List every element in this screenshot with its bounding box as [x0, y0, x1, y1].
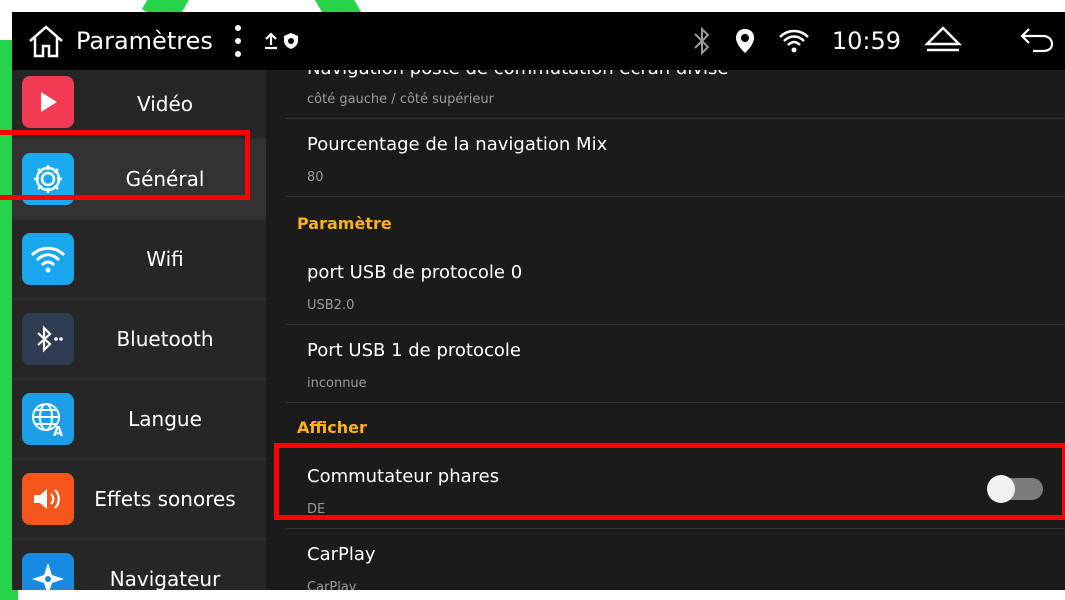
section-header-afficher: Afficher	[297, 418, 367, 437]
sidebar-item-label: Vidéo	[136, 92, 194, 116]
back-icon	[1020, 28, 1054, 53]
gear-icon	[22, 153, 74, 205]
headlight-toggle[interactable]	[987, 475, 1043, 503]
setting-mix-navigation-percentage[interactable]: Pourcentage de la navigation Mix 80	[286, 118, 1065, 197]
location-icon	[735, 29, 754, 53]
upload-icon	[264, 32, 277, 50]
setting-title: port USB de protocole 0	[307, 262, 523, 283]
bluetooth-icon	[694, 26, 710, 56]
play-icon	[22, 76, 74, 128]
speaker-icon	[22, 473, 74, 525]
status-bar: Paramètres 10:59	[12, 12, 1065, 70]
setting-title: Commutateur phares	[307, 466, 500, 487]
sidebar-item-label: Général	[125, 167, 205, 191]
sidebar-item-label: Langue	[128, 407, 202, 431]
setting-title: Port USB 1 de protocole	[307, 340, 521, 361]
setting-value: 80	[307, 170, 324, 185]
sidebar-item-video[interactable]: Vidéo	[12, 70, 266, 140]
bluetooth-icon	[22, 313, 74, 365]
svg-text:A: A	[53, 425, 63, 438]
setting-value: USB2.0	[307, 298, 355, 313]
notification-icons	[263, 31, 299, 51]
section-header-parametre: Paramètre	[297, 214, 392, 233]
sidebar-item-general[interactable]: Général	[12, 140, 266, 220]
wifi-icon	[22, 233, 74, 285]
page-title: Paramètres	[76, 27, 213, 55]
setting-usb-port-0[interactable]: port USB de protocole 0 USB2.0	[286, 246, 1065, 325]
back-button[interactable]	[1019, 25, 1055, 57]
setting-usb-port-1[interactable]: Port USB 1 de protocole inconnue	[286, 324, 1065, 403]
setting-split-screen-navigation[interactable]: Navigation poste de commutation écran di…	[286, 70, 1065, 119]
eject-button[interactable]	[923, 25, 963, 57]
setting-title: Navigation poste de commutation écran di…	[307, 70, 728, 79]
toggle-knob	[987, 475, 1015, 503]
setting-value: CarPlay	[307, 580, 357, 590]
device-screen: Paramètres 10:59 Vidéo Général Wifi Blue…	[12, 12, 1065, 590]
setting-title: Pourcentage de la navigation Mix	[307, 134, 608, 155]
more-vert-icon	[234, 25, 241, 31]
setting-title: CarPlay	[307, 544, 376, 565]
setting-value: DE	[307, 502, 326, 517]
home-icon	[29, 25, 63, 58]
sidebar-item-label: Bluetooth	[116, 327, 214, 351]
settings-sidebar: Vidéo Général Wifi Bluetooth A Langue Ef…	[12, 70, 266, 590]
sidebar-item-language[interactable]: A Langue	[12, 380, 266, 460]
sidebar-item-sound-effects[interactable]: Effets sonores	[12, 460, 266, 540]
sidebar-item-navigator[interactable]: Navigateur	[12, 540, 266, 590]
setting-carplay[interactable]: CarPlay CarPlay	[286, 528, 1065, 590]
sidebar-item-label: Navigateur	[109, 567, 221, 590]
wifi-icon	[778, 29, 809, 53]
home-button[interactable]	[22, 17, 70, 65]
sidebar-item-wifi[interactable]: Wifi	[12, 220, 266, 300]
setting-value: inconnue	[307, 376, 367, 391]
globe-icon: A	[22, 393, 74, 445]
sidebar-item-label: Effets sonores	[94, 487, 236, 511]
sidebar-item-label: Wifi	[146, 247, 184, 271]
sidebar-item-bluetooth[interactable]: Bluetooth	[12, 300, 266, 380]
more-menu-button[interactable]	[233, 25, 243, 57]
setting-headlight-switch[interactable]: Commutateur phares DE	[286, 450, 1065, 529]
setting-value: côté gauche / côté supérieur	[307, 92, 494, 107]
settings-list: Navigation poste de commutation écran di…	[266, 70, 1065, 590]
shield-icon	[283, 33, 298, 49]
clock: 10:59	[831, 27, 901, 55]
compass-icon	[22, 553, 74, 590]
eject-icon	[923, 26, 963, 52]
